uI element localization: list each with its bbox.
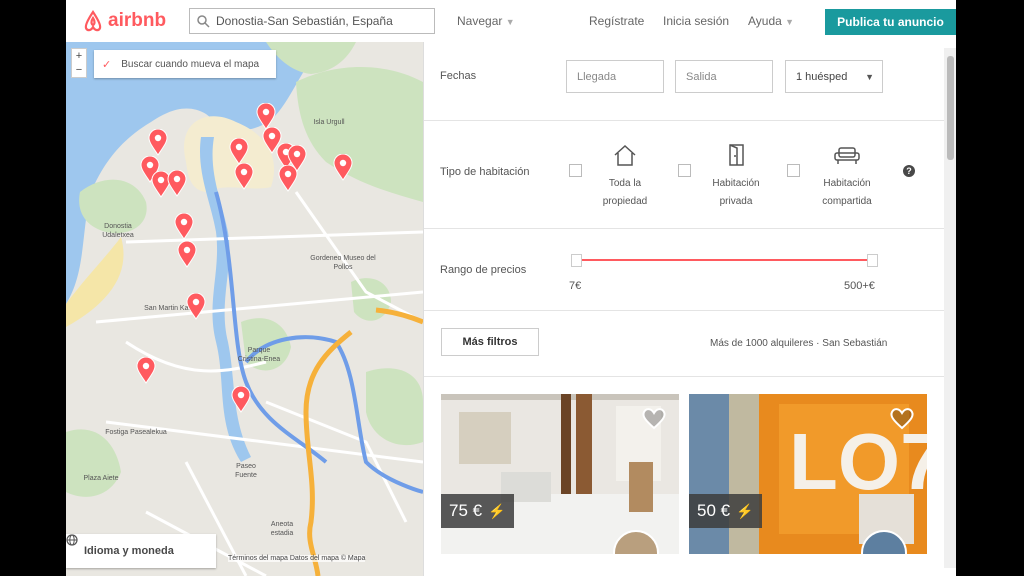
room-type-entire[interactable]: Toda la propiedad [585,142,665,211]
airbnb-belo-icon [84,10,102,32]
more-filters-button[interactable]: Más filtros [441,328,539,356]
price-range-label: Rango de precios [440,264,527,276]
chevron-down-icon: ▼ [865,71,874,82]
help-glyph: ? [906,166,912,176]
checkout-field[interactable]: Salida [675,60,773,93]
map-pin-icon[interactable] [174,213,194,240]
price-max-value: 500+€ [844,280,875,292]
airbnb-logo[interactable]: airbnb [82,9,166,33]
publish-listing-button[interactable]: Publica tu anuncio [825,9,956,35]
scrollbar[interactable] [944,48,956,568]
listing-price: 75 € ⚡ [441,494,514,528]
map-pin-icon[interactable] [177,241,197,268]
divider [424,376,944,377]
brand-name: airbnb [108,10,167,31]
listing-price: 50 € ⚡ [689,494,762,528]
heart-icon[interactable] [889,406,915,430]
map-pin-icon[interactable] [186,293,206,320]
couch-icon [834,147,860,164]
nav-browse-label: Navegar [457,14,503,28]
room-type-shared[interactable]: Habitación compartida [807,142,887,211]
dates-label: Fechas [440,70,477,82]
price-max-handle[interactable] [867,254,878,267]
map[interactable]: Donostia Udaletxea Gordeneo Museo del Po… [66,42,423,576]
map-label: Paseo Fuente [235,463,257,479]
zoom-out-button[interactable]: − [76,63,82,77]
search-input[interactable] [210,14,426,28]
house-icon [614,144,636,166]
map-label: Plaza Aiete [83,475,119,482]
heart-icon[interactable] [641,406,667,430]
room-type-shared-checkbox[interactable] [787,164,800,177]
room-type-label: Tipo de habitación [440,166,530,178]
map-label: Isla Urgull [313,119,345,126]
map-label: Gordeneo Museo del Pollos [310,255,376,271]
lightning-icon: ⚡ [488,502,506,519]
room-type-entire-line2: propiedad [602,196,648,207]
map-label: Fostiga Pasealekua [105,429,167,436]
room-type-private-checkbox[interactable] [678,164,691,177]
nav-help-label: Ayuda [748,14,782,28]
room-type-shared-line1: Habitación [823,178,871,189]
nav-browse[interactable]: Navegar ▼ [457,14,515,28]
search-on-move-label: Buscar cuando mueva el mapa [121,58,260,70]
room-type-private-line2: privada [719,196,753,207]
globe-icon [66,534,78,546]
chevron-down-icon: ▼ [785,17,795,27]
map-pin-icon[interactable] [148,129,168,156]
map-pin-icon[interactable] [167,170,187,197]
checkmark-icon: ✓ [102,58,112,71]
price-min-handle[interactable] [571,254,582,267]
guests-select[interactable]: 1 huésped ▼ [785,60,883,93]
room-type-entire-checkbox[interactable] [569,164,582,177]
checkin-field[interactable]: Llegada [566,60,664,93]
svg-text:LO7: LO7 [789,417,927,506]
top-navbar: airbnb Navegar ▼ Regístrate Inicia sesió… [66,0,956,43]
results-summary: Más de 1000 alquileres · San Sebastián [710,338,888,349]
filters-and-results-panel: Fechas Llegada Salida 1 huésped ▼ Tipo d… [423,42,956,576]
browser-viewport: airbnb Navegar ▼ Regístrate Inicia sesió… [66,0,956,576]
language-currency-label: Idioma y moneda [84,545,174,557]
nav-help[interactable]: Ayuda ▼ [748,14,794,28]
search-icon [197,15,210,28]
room-type-private-line1: Habitación [712,178,760,189]
search-on-move-toggle[interactable]: ✓ Buscar cuando mueva el mapa [94,50,276,78]
map-pin-icon[interactable] [136,357,156,384]
listing-price-value: 75 € [449,501,483,520]
language-currency-button[interactable]: Idioma y moneda [66,534,216,568]
divider [424,120,944,121]
map-pin-icon[interactable] [333,154,353,181]
nav-login[interactable]: Inicia sesión [663,14,729,28]
map-canvas [66,42,423,576]
location-search[interactable] [189,8,435,34]
scrollbar-thumb[interactable] [947,56,954,160]
listing-card[interactable]: 75 € ⚡ [441,394,679,554]
map-label: Aneota estadia [270,521,294,537]
chevron-down-icon: ▼ [505,17,515,27]
price-range-track[interactable] [579,259,873,261]
divider [424,310,944,311]
map-pin-icon[interactable] [231,386,251,413]
nav-signup[interactable]: Regístrate [589,14,644,28]
lightning-icon: ⚡ [736,502,754,519]
divider [424,228,944,229]
room-type-entire-line1: Toda la [608,178,642,189]
help-icon[interactable]: ? [903,165,915,177]
map-pin-icon[interactable] [229,138,249,165]
room-type-shared-line2: compartida [822,196,872,207]
guests-value: 1 huésped [796,70,848,83]
room-type-private[interactable]: Habitación privada [696,142,776,211]
map-zoom-control: + − [71,48,87,78]
zoom-in-button[interactable]: + [76,49,82,63]
listing-price-value: 50 € [697,501,731,520]
door-icon [729,144,744,166]
map-label: Parque Cristina-Enea [237,347,281,363]
map-pin-icon[interactable] [256,103,276,130]
listing-card[interactable]: LO7 50 € ⚡ [689,394,927,554]
map-attribution: Términos del mapa Datos del mapa © Mapa [228,555,366,562]
map-pin-icon[interactable] [234,163,254,190]
map-pin-icon[interactable] [278,165,298,192]
map-label: Donostia Udaletxea [102,223,134,239]
price-min-value: 7€ [569,280,582,292]
